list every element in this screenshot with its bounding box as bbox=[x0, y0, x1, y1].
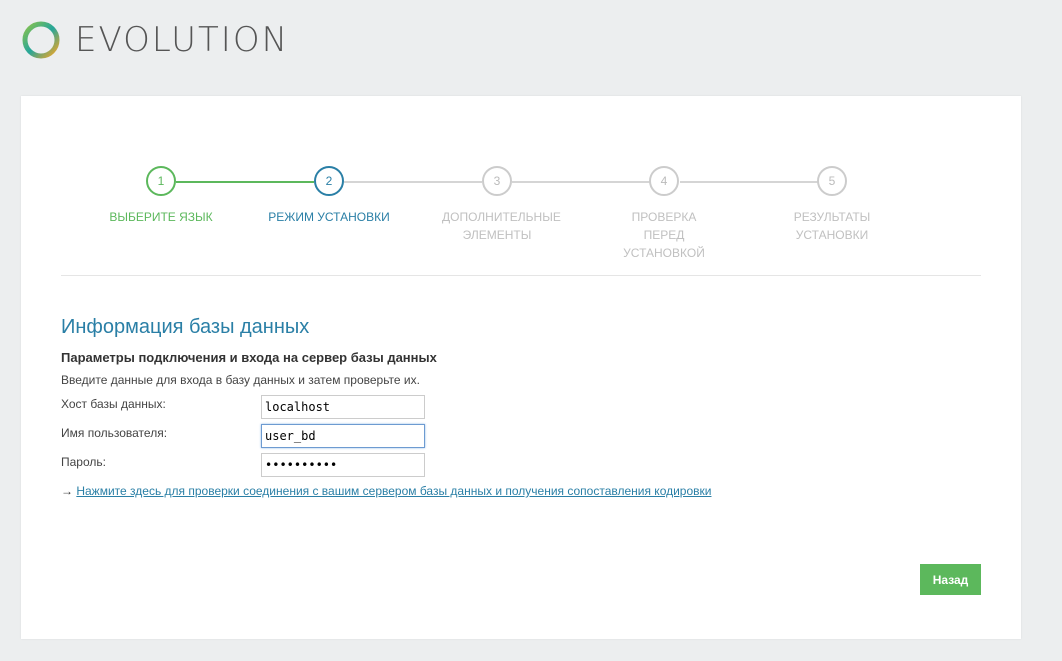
user-input[interactable] bbox=[261, 424, 425, 448]
step-label: ДОПОЛНИТЕЛЬНЫЕ ЭЛЕМЕНТЫ bbox=[442, 210, 561, 242]
password-label: Пароль: bbox=[61, 455, 106, 469]
step-3: 3 ДОПОЛНИТЕЛЬНЫЕ ЭЛЕМЕНТЫ bbox=[412, 166, 582, 244]
evolution-logo-icon bbox=[22, 21, 60, 59]
user-label: Имя пользователя: bbox=[61, 426, 168, 440]
step-circle: 5 bbox=[817, 166, 847, 196]
step-4: 4 ПРОВЕРКА ПЕРЕД УСТАНОВКОЙ bbox=[579, 166, 749, 262]
step-circle: 2 bbox=[314, 166, 344, 196]
step-2: 2 РЕЖИМ УСТАНОВКИ bbox=[244, 166, 414, 226]
password-input[interactable] bbox=[261, 453, 425, 477]
step-circle: 3 bbox=[482, 166, 512, 196]
step-1: 1 ВЫБЕРИТЕ ЯЗЫК bbox=[76, 166, 246, 226]
section-description: Введите данные для входа в базу данных и… bbox=[61, 373, 420, 387]
section-title: Информация базы данных bbox=[61, 316, 310, 338]
logo: EVOLUTION bbox=[21, 20, 289, 60]
brand-name: EVOLUTION bbox=[75, 20, 290, 60]
divider bbox=[61, 275, 981, 276]
step-label: РЕЗУЛЬТАТЫ УСТАНОВКИ bbox=[793, 210, 871, 242]
step-circle: 4 bbox=[649, 166, 679, 196]
test-connection-link[interactable]: Нажмите здесь для проверки соединения с … bbox=[76, 484, 711, 498]
step-5: 5 РЕЗУЛЬТАТЫ УСТАНОВКИ bbox=[747, 166, 917, 244]
back-button[interactable]: Назад bbox=[920, 564, 981, 595]
host-label: Хост базы данных: bbox=[61, 397, 166, 411]
host-input[interactable] bbox=[261, 395, 425, 419]
step-circle: 1 bbox=[146, 166, 176, 196]
arrow-icon: → bbox=[61, 484, 73, 498]
progress-steps: 1 ВЫБЕРИТЕ ЯЗЫК 2 РЕЖИМ УСТАНОВКИ 3 ДОПО… bbox=[21, 166, 1021, 260]
step-label: ВЫБЕРИТЕ ЯЗЫК bbox=[109, 210, 213, 224]
test-connection-row: → Нажмите здесь для проверки соединения … bbox=[61, 484, 711, 498]
step-label: ПРОВЕРКА ПЕРЕД УСТАНОВКОЙ bbox=[623, 210, 705, 260]
section-subtitle: Параметры подключения и входа на сервер … bbox=[61, 350, 437, 365]
step-label: РЕЖИМ УСТАНОВКИ bbox=[268, 210, 390, 224]
installer-panel: 1 ВЫБЕРИТЕ ЯЗЫК 2 РЕЖИМ УСТАНОВКИ 3 ДОПО… bbox=[21, 96, 1021, 639]
